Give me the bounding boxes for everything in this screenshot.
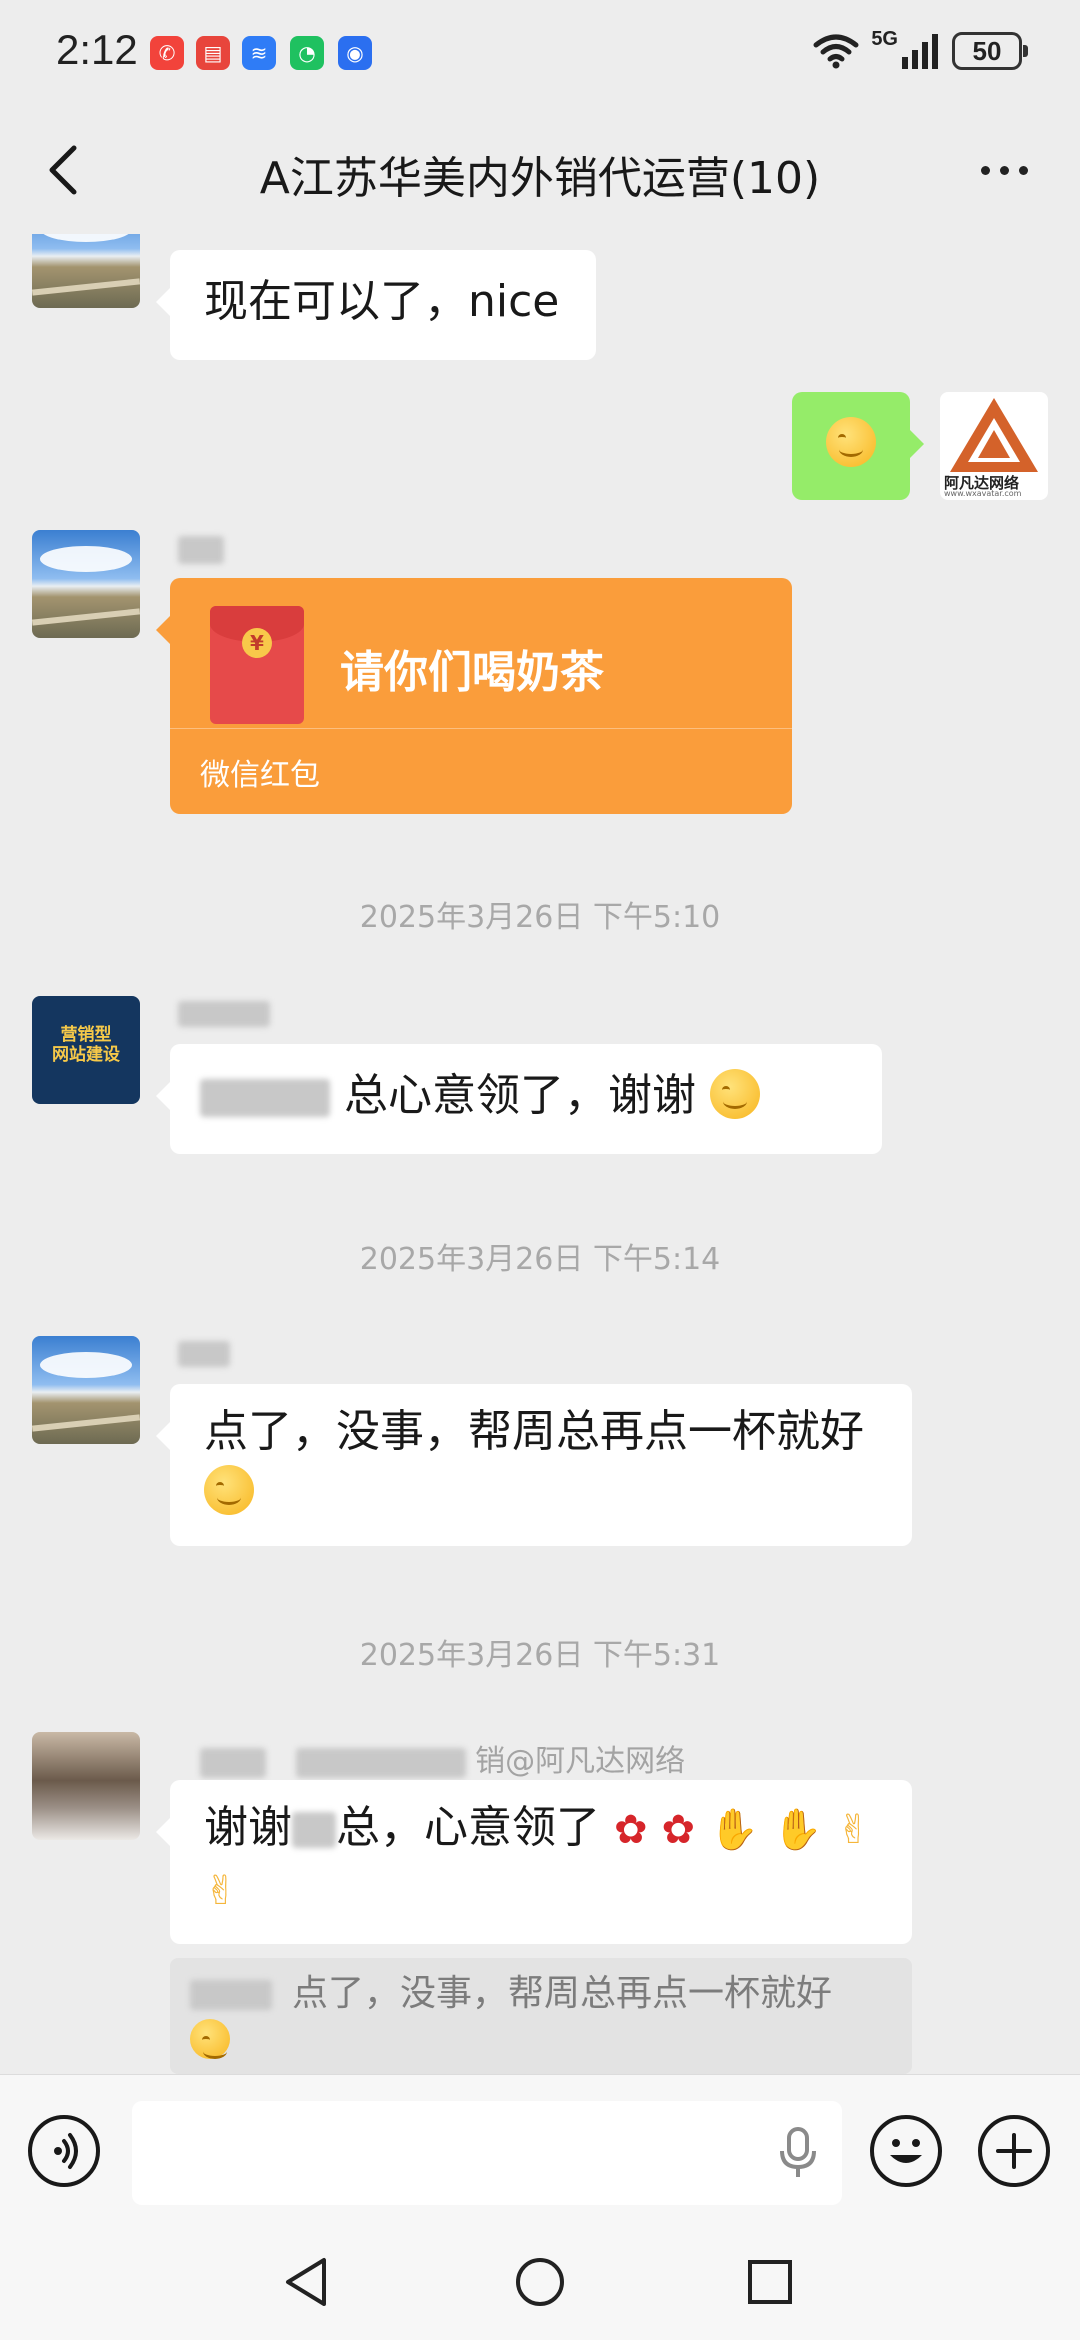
avatar[interactable]: 营销型 网站建设 [32,996,140,1104]
sender-name: 销@阿凡达网络 [200,1736,685,1780]
self-avatar[interactable]: 阿凡达网络 www.wxavatar.com [940,392,1048,500]
rose-emoji-icon: ✿ [661,1807,696,1853]
message-bubble[interactable]: 谢谢 总，心意领了 ✿ ✿ ✋ ✋ ✌ ✌ [156,1780,912,1944]
message-bubble[interactable]: 总心意领了，谢谢 [156,1044,882,1154]
ok-hand-emoji-icon: ✌ [204,1868,238,1914]
status-bar: 2:12 ✆ ▤ ≋ ◔ ◉ 5G 50 [0,0,1080,110]
quoted-message[interactable]: 点了，没事，帮周总再点一杯就好 [170,1958,912,2074]
more-functions-button[interactable] [978,2115,1050,2187]
avatar-ad-line2: 网站建设 [52,1045,120,1065]
smile-emoji-icon [826,417,876,467]
rose-emoji-icon: ✿ [614,1807,648,1853]
book-app-notification-icon: ▤ [196,36,230,70]
red-packet-card[interactable]: ¥ 请你们喝奶茶 微信红包 [156,578,792,814]
status-time: 2:12 [56,26,138,73]
thumbs-up-emoji-icon: ✋ [772,1807,823,1853]
self-message-bubble[interactable] [792,392,924,500]
smiley-face-icon [890,2139,922,2163]
back-arrow-icon[interactable] [36,140,96,200]
wechat-notification-icon: ◔ [290,36,324,70]
chat-header: A江苏华美内外销代运营(10) [0,110,1080,234]
message-input[interactable] [132,2101,842,2205]
avatar[interactable] [32,234,140,308]
network-type-label: 5G [871,27,898,50]
smile-emoji-icon [204,1465,254,1515]
voice-app-notification-icon: ≋ [242,36,276,70]
message-text: 谢谢 [204,1802,292,1853]
message-text: 现在可以了，nice [204,276,560,327]
smile-emoji-icon [190,2019,230,2059]
thumbs-up-emoji-icon: ✋ [709,1807,759,1853]
plus-icon [996,2133,1032,2169]
voice-wave-icon [54,2133,78,2169]
avatar[interactable] [32,530,140,638]
signal-strength-icon [902,34,938,69]
sender-name-text: 销@阿凡达网络 [475,1744,686,1779]
message-list[interactable]: 现在可以了，nice 阿凡达网络 www.wxavatar.com ¥ 请你们喝… [0,234,1080,2074]
wifi-icon [813,34,859,69]
nav-back-icon[interactable] [280,2254,336,2310]
divider [170,728,792,729]
coin-icon: ¥ [242,628,272,658]
sender-name [178,534,224,564]
smile-emoji-icon [710,1069,760,1119]
ok-hand-emoji-icon: ✌ [836,1807,871,1853]
nav-recents-icon[interactable] [742,2254,798,2310]
sender-name [178,1338,230,1368]
red-packet-title: 请你们喝奶茶 [340,647,604,698]
message-text: 总，心意领了 [336,1802,600,1853]
timestamp: 2025年3月26日 下午5:14 [359,1242,721,1277]
sender-name [178,998,270,1028]
avatar[interactable] [32,1336,140,1444]
message-text: 点了，没事，帮周总再点一杯就好 [204,1406,864,1457]
more-options-icon[interactable] [964,140,1044,200]
missed-call-notification-icon: ✆ [150,36,184,70]
nav-home-icon[interactable] [512,2254,568,2310]
quoted-text: 点了，没事，帮周总再点一杯就好 [292,1973,833,2014]
red-envelope-icon: ¥ [210,606,304,724]
microphone-icon[interactable] [776,2127,820,2179]
chat-title: A江苏华美内外销代运营(10) [259,153,821,204]
system-navigation-bar [0,2224,1080,2340]
avatar-url-text: www.wxavatar.com [944,489,1022,498]
voice-mode-button[interactable] [28,2115,100,2187]
emoji-button[interactable] [870,2115,942,2187]
red-packet-label: 微信红包 [200,758,320,793]
timestamp: 2025年3月26日 下午5:10 [359,900,721,935]
timestamp: 2025年3月26日 下午5:31 [359,1638,721,1673]
avatar[interactable] [32,1732,140,1840]
battery-indicator: 50 [952,32,1028,70]
input-bar [0,2074,1080,2224]
message-bubble[interactable]: 点了，没事，帮周总再点一杯就好 [156,1384,912,1546]
emoji-reactions: ✿ ✿ ✋ ✋ ✌ [614,1802,870,1853]
message-bubble[interactable]: 现在可以了，nice [156,250,596,360]
message-text: 总心意领了，谢谢 [344,1070,696,1121]
lightbulb-notification-icon: ◉ [338,36,372,70]
